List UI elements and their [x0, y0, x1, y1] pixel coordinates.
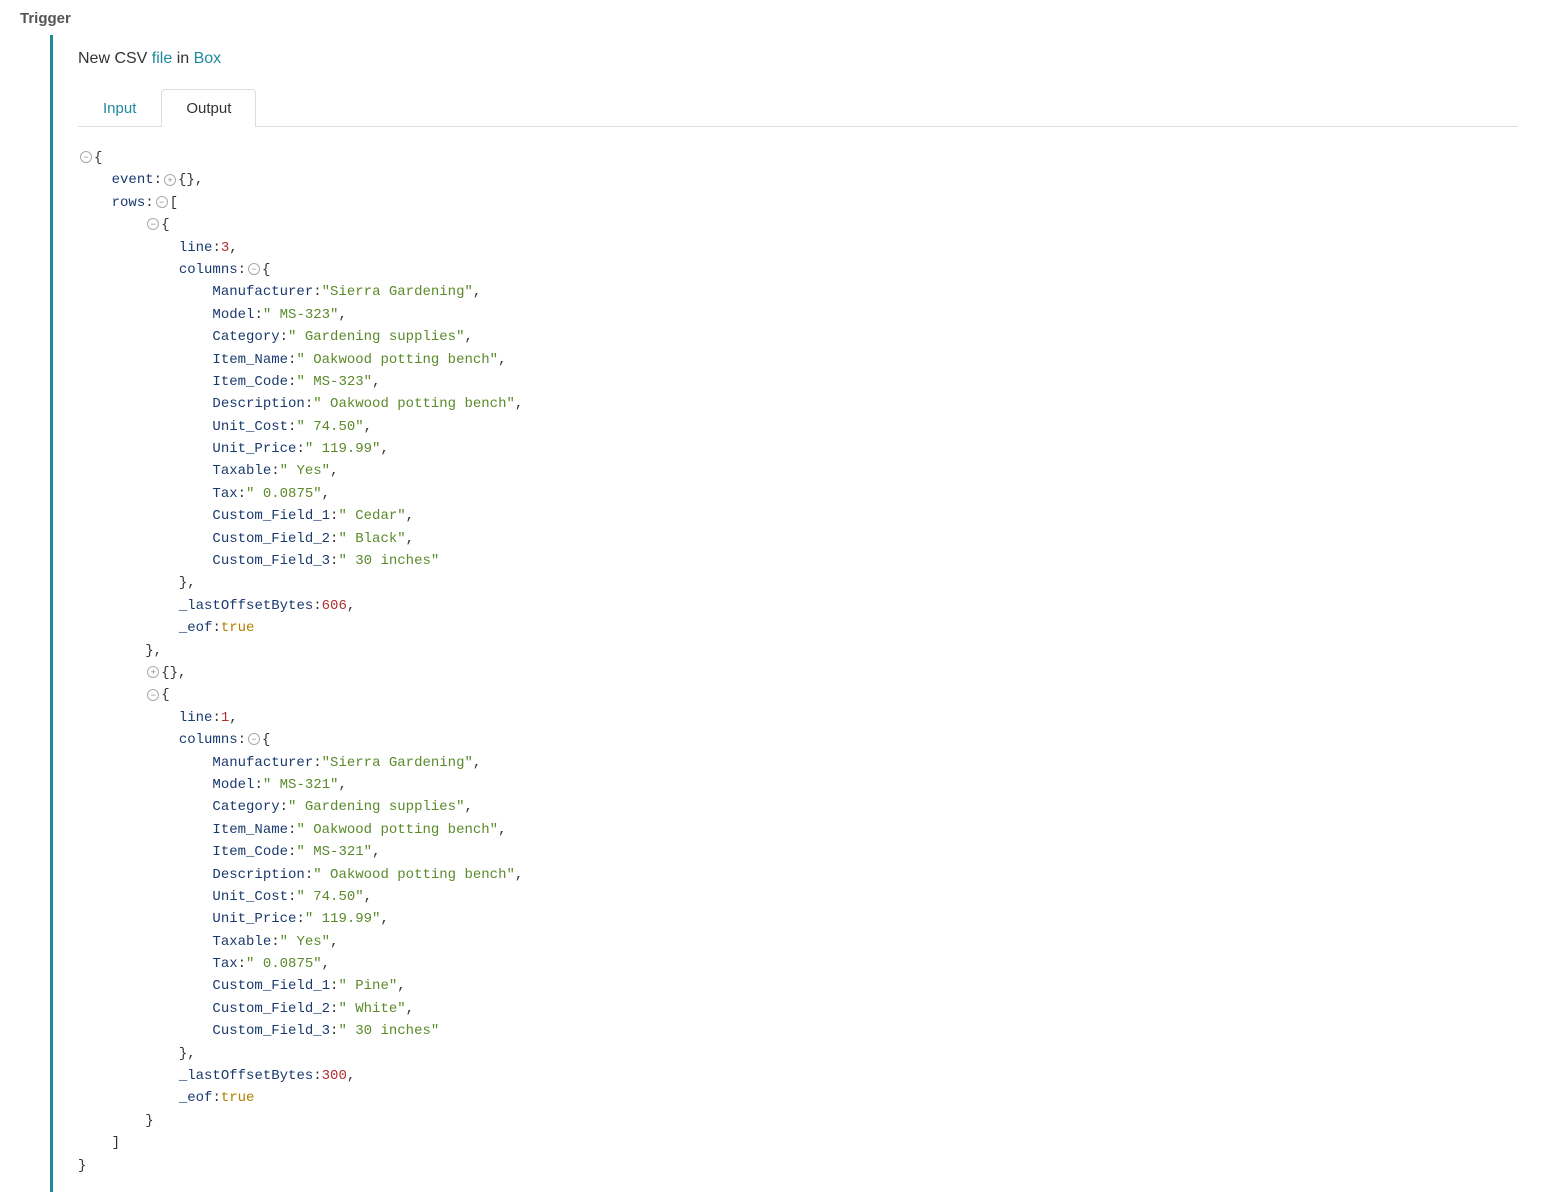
json-key: Model [212, 777, 254, 793]
json-key: Description [212, 867, 304, 883]
json-string: " Cedar" [338, 508, 405, 524]
json-string: " MS-323" [263, 307, 339, 323]
json-string: " 119.99" [305, 441, 381, 457]
title-mid: in [172, 50, 193, 67]
json-key: Item_Code [212, 844, 288, 860]
json-key: Tax [212, 956, 237, 972]
json-string: " 0.0875" [246, 486, 322, 502]
json-string: " Yes" [280, 463, 330, 479]
collapse-icon[interactable]: − [248, 733, 260, 745]
json-key: Manufacturer [212, 755, 313, 771]
json-key: Custom_Field_1 [212, 508, 330, 524]
json-key: Category [212, 799, 279, 815]
collapse-icon[interactable]: − [80, 151, 92, 163]
json-key: Manufacturer [212, 284, 313, 300]
json-key: Item_Name [212, 352, 288, 368]
json-key: columns [179, 262, 238, 278]
json-key: Taxable [212, 934, 271, 950]
json-key: Custom_Field_2 [212, 531, 330, 547]
json-key: Custom_Field_3 [212, 1023, 330, 1039]
json-string: " MS-321" [296, 844, 372, 860]
json-string: " Oakwood potting bench" [313, 867, 515, 883]
json-key: _eof [179, 1090, 213, 1106]
json-string: " MS-321" [263, 777, 339, 793]
json-string: " 0.0875" [246, 956, 322, 972]
collapse-icon[interactable]: − [147, 689, 159, 701]
json-key: Unit_Price [212, 911, 296, 927]
json-number: 3 [221, 240, 229, 256]
json-string: " Oakwood potting bench" [296, 352, 498, 368]
json-string: " Gardening supplies" [288, 799, 464, 815]
json-key: Unit_Cost [212, 889, 288, 905]
collapse-icon[interactable]: − [156, 196, 168, 208]
json-key: rows [112, 195, 146, 211]
json-number: 300 [322, 1068, 347, 1084]
json-key: Custom_Field_2 [212, 1001, 330, 1017]
json-string: " MS-323" [296, 374, 372, 390]
json-bool: true [221, 620, 255, 636]
collapse-icon[interactable]: − [147, 218, 159, 230]
json-key: line [179, 710, 213, 726]
tab-input[interactable]: Input [78, 89, 161, 127]
json-number: 1 [221, 710, 229, 726]
file-link[interactable]: file [152, 50, 172, 67]
json-key: line [179, 240, 213, 256]
json-string: " 119.99" [305, 911, 381, 927]
json-key: Model [212, 307, 254, 323]
json-bool: true [221, 1090, 255, 1106]
tab-output[interactable]: Output [161, 89, 256, 127]
json-string: " Yes" [280, 934, 330, 950]
json-string: " Pine" [338, 978, 397, 994]
json-number: 606 [322, 598, 347, 614]
json-key: Unit_Cost [212, 419, 288, 435]
expand-icon[interactable]: + [164, 174, 176, 186]
json-string: "Sierra Gardening" [322, 284, 473, 300]
trigger-panel: New CSV file in Box Input Output −{ even… [50, 35, 1538, 1192]
json-string: " 30 inches" [338, 553, 439, 569]
title-prefix: New CSV [78, 50, 152, 67]
expand-icon[interactable]: + [147, 666, 159, 678]
json-string: " Black" [338, 531, 405, 547]
json-key: event [112, 172, 154, 188]
json-key: _lastOffsetBytes [179, 598, 313, 614]
json-string: " 74.50" [296, 889, 363, 905]
json-string: " Oakwood potting bench" [296, 822, 498, 838]
json-string: " 30 inches" [338, 1023, 439, 1039]
json-key: Category [212, 329, 279, 345]
json-key: Custom_Field_3 [212, 553, 330, 569]
collapse-icon[interactable]: − [248, 263, 260, 275]
json-key: Description [212, 396, 304, 412]
title-line: New CSV file in Box [78, 50, 1518, 68]
json-key: Taxable [212, 463, 271, 479]
tabs: Input Output [78, 88, 1518, 127]
json-string: " Oakwood potting bench" [313, 396, 515, 412]
json-string: "Sierra Gardening" [322, 755, 473, 771]
json-key: Unit_Price [212, 441, 296, 457]
json-string: " 74.50" [296, 419, 363, 435]
json-output: −{ event:+{}, rows:−[ −{ line:3, columns… [78, 147, 1518, 1177]
json-key: _eof [179, 620, 213, 636]
json-key: Custom_Field_1 [212, 978, 330, 994]
section-label: Trigger [20, 10, 1538, 27]
json-string: " White" [338, 1001, 405, 1017]
json-key: Item_Name [212, 822, 288, 838]
json-key: Tax [212, 486, 237, 502]
json-key: Item_Code [212, 374, 288, 390]
json-key: _lastOffsetBytes [179, 1068, 313, 1084]
box-link[interactable]: Box [194, 50, 222, 67]
json-string: " Gardening supplies" [288, 329, 464, 345]
json-key: columns [179, 732, 238, 748]
